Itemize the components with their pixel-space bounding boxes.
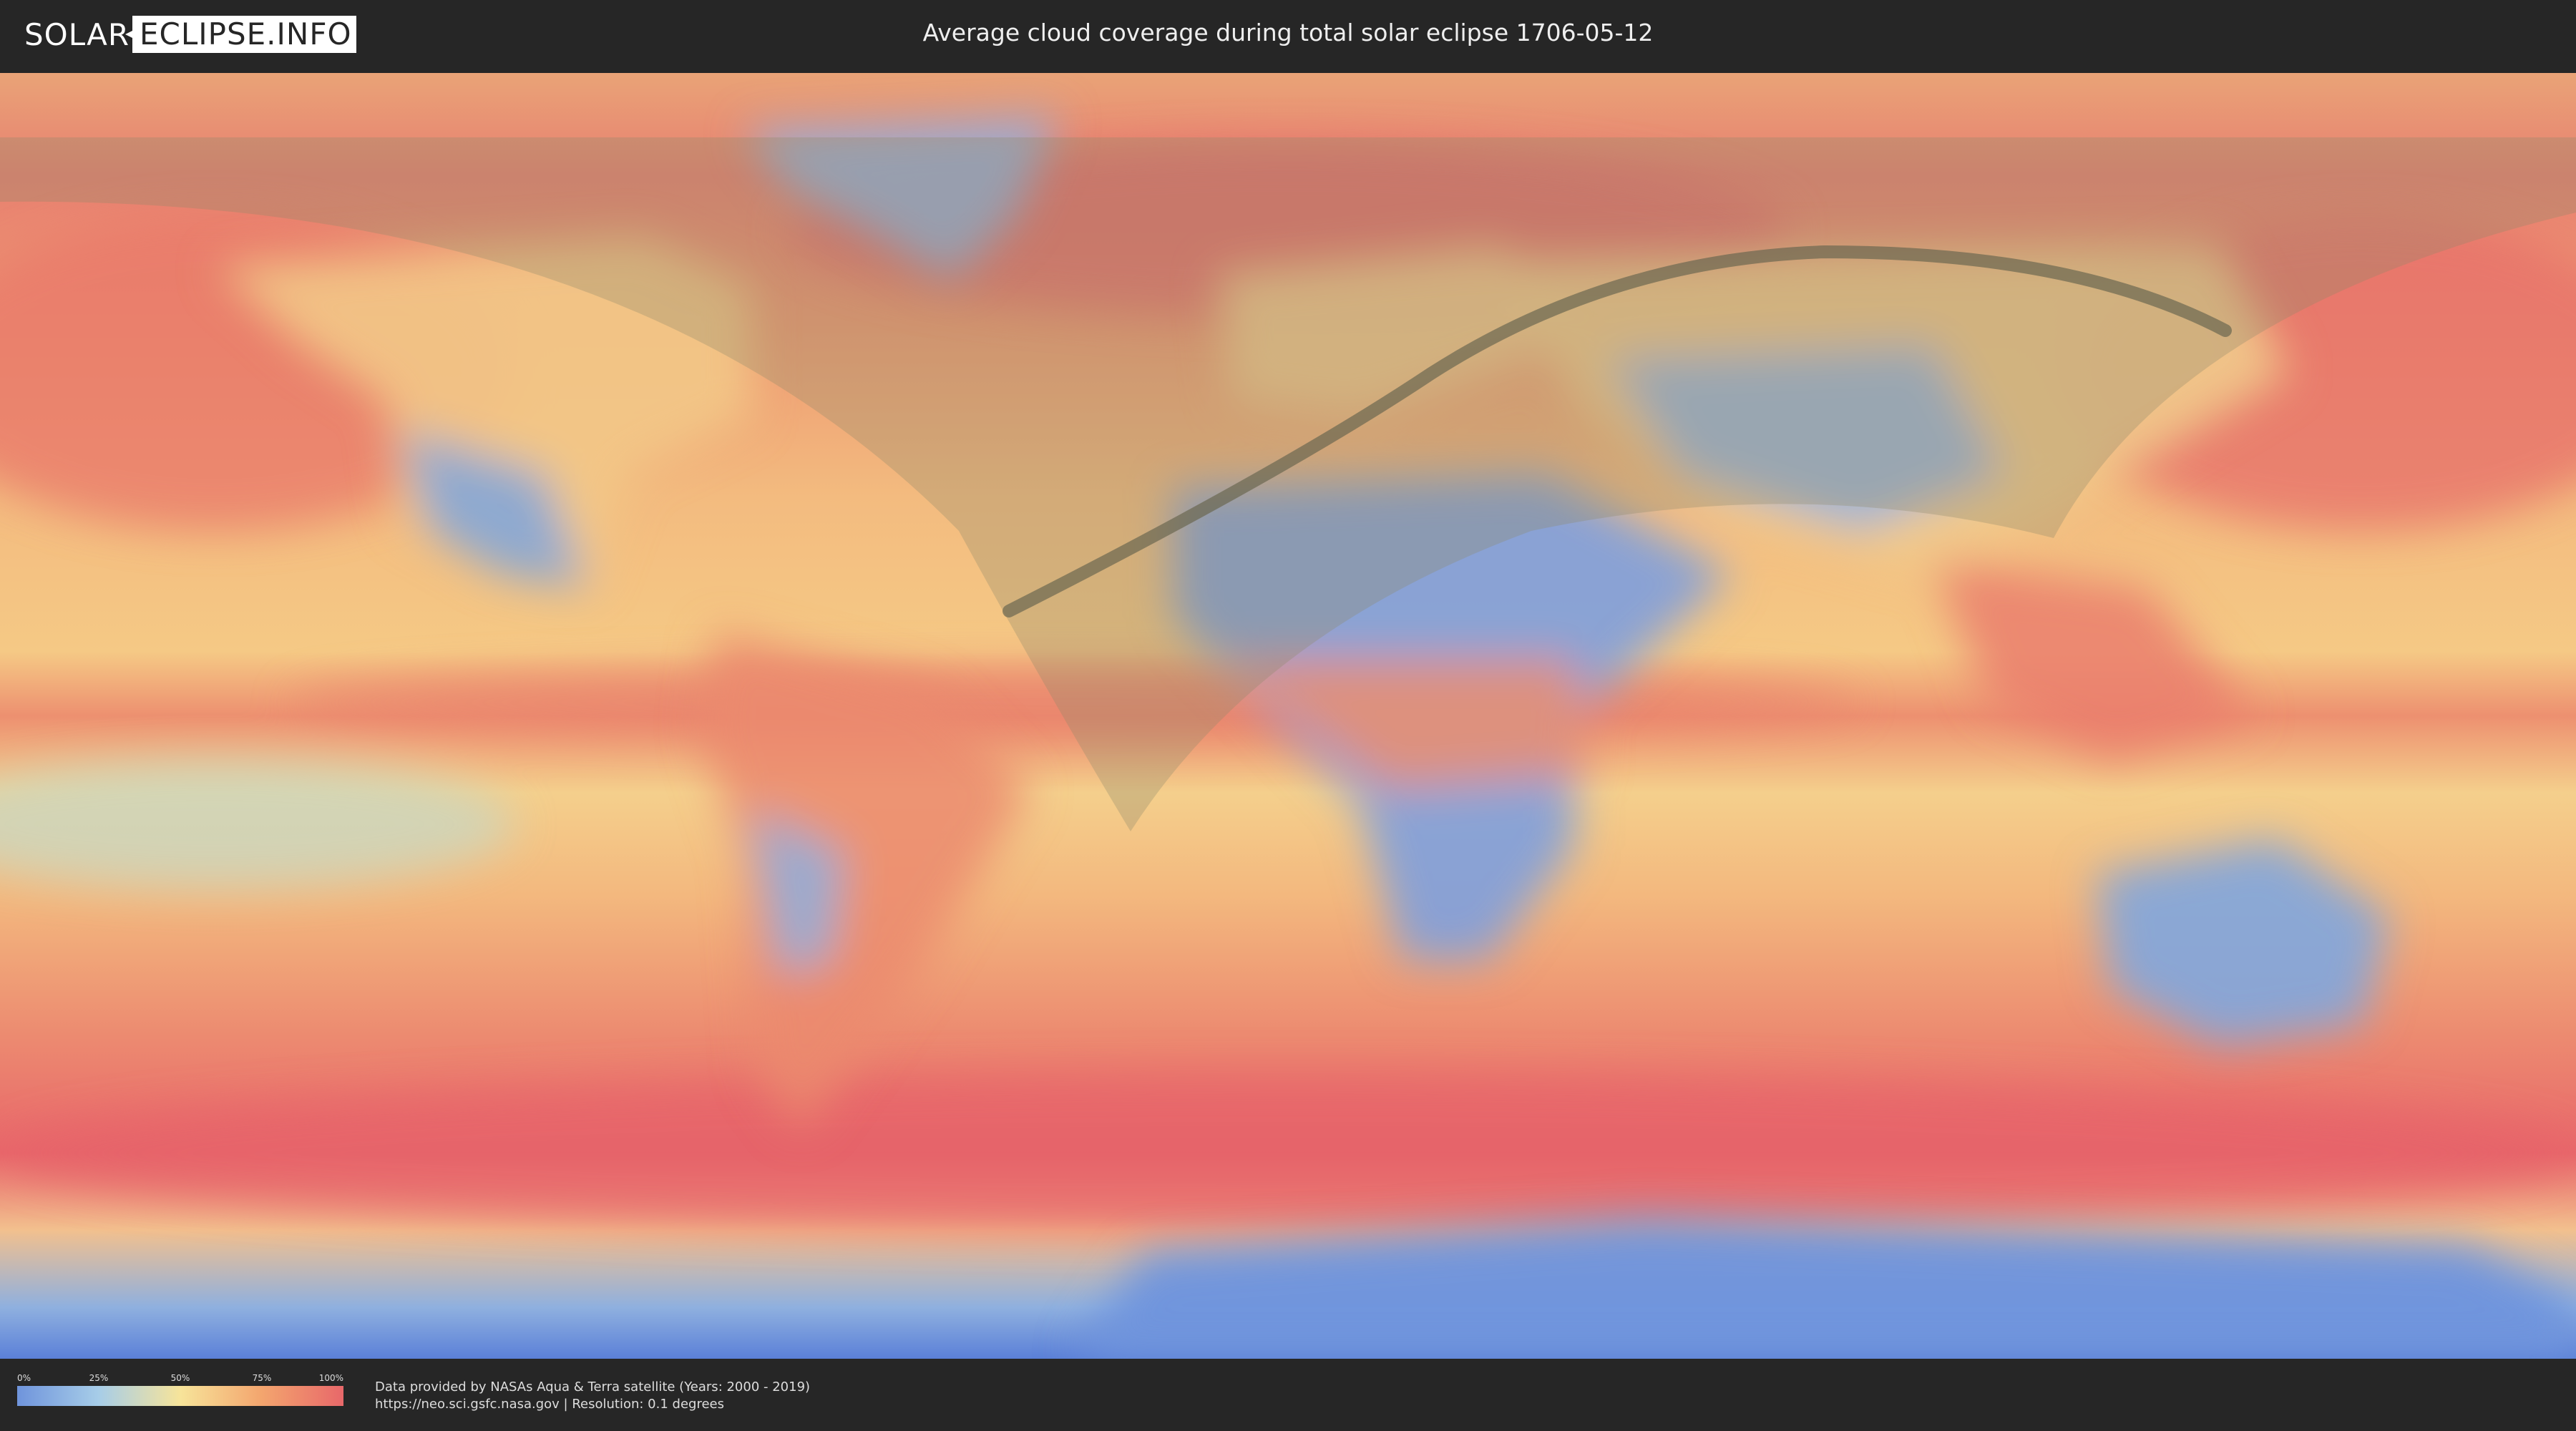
legend-tick-0: 0% — [17, 1373, 31, 1383]
legend-tick-50: 50% — [170, 1373, 190, 1383]
legend-tick-75: 75% — [252, 1373, 272, 1383]
legend-ticks: 0% 25% 50% 75% 100% — [17, 1373, 343, 1386]
map-svg — [0, 73, 2576, 1359]
legend-tick-100: 100% — [318, 1373, 343, 1383]
page-title: Average cloud coverage during total sola… — [922, 19, 1654, 47]
legend-tick-25: 25% — [89, 1373, 109, 1383]
credits-line-1: Data provided by NASAs Aqua & Terra sate… — [375, 1379, 811, 1395]
legend-color-bar — [17, 1386, 343, 1406]
cloud-coverage-map[interactable] — [0, 73, 2576, 1359]
footer-bar: 0% 25% 50% 75% 100% Data provided by NAS… — [0, 1359, 2576, 1431]
credits-line-2: https://neo.sci.gsfc.nasa.gov | Resoluti… — [375, 1397, 724, 1412]
coverage-legend: 0% 25% 50% 75% 100% — [17, 1373, 343, 1406]
data-credits: Data provided by NASAs Aqua & Terra sate… — [375, 1379, 810, 1413]
header-bar: SOLAR ECLIPSE.INFO Average cloud coverag… — [0, 0, 2576, 73]
